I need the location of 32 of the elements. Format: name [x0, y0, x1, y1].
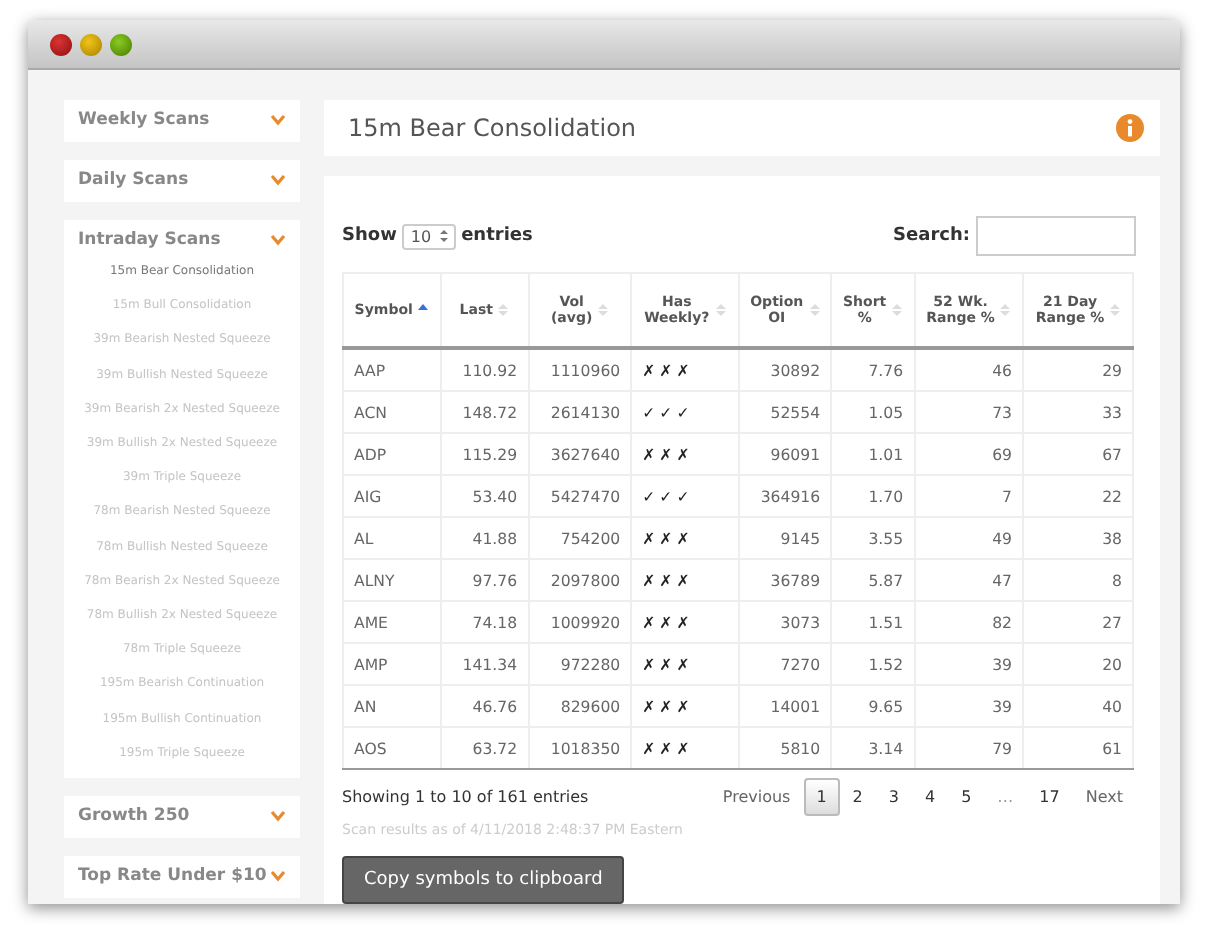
chevron-down-icon[interactable]: [270, 174, 286, 186]
search-label: Search:: [893, 226, 970, 246]
chevron-down-icon[interactable]: [270, 810, 286, 823]
page-title: 15m Bear Consolidation: [348, 114, 637, 142]
section-title[interactable]: Intraday Scans: [78, 230, 221, 250]
section-title[interactable]: Growth 250: [78, 806, 190, 827]
close-window-icon[interactable]: [50, 33, 72, 55]
page-button[interactable]: 5: [948, 778, 985, 816]
info-icon[interactable]: [1116, 114, 1144, 142]
search-field[interactable]: [976, 216, 1136, 256]
entries-label: entries: [461, 226, 533, 246]
chevron-down-icon[interactable]: [270, 234, 286, 246]
page-button[interactable]: Next: [1072, 778, 1136, 816]
page-button[interactable]: 4: [911, 778, 949, 816]
zoom-window-icon[interactable]: [110, 33, 132, 55]
minimize-window-icon[interactable]: [80, 33, 102, 55]
chevron-down-icon[interactable]: [270, 870, 286, 883]
page-button[interactable]: 2: [839, 778, 876, 816]
entries-select[interactable]: 10: [402, 223, 456, 249]
select-arrows-icon: [439, 227, 448, 243]
copy-button[interactable]: Copy symbols to clipboard: [342, 856, 625, 904]
section-title[interactable]: Top Rate Under $10: [78, 866, 267, 887]
entries-info: Showing 1 to 10 of 161 entries: [342, 788, 589, 806]
pagination-ellipsis: …: [995, 786, 1016, 810]
section-title[interactable]: Weekly Scans: [78, 110, 210, 130]
page-button[interactable]: 17: [1026, 778, 1073, 816]
page-button[interactable]: 3: [875, 778, 912, 816]
page-button[interactable]: 1: [803, 778, 840, 816]
chevron-down-icon[interactable]: [270, 114, 286, 126]
page-button[interactable]: Previous: [709, 778, 804, 816]
show-label: Show: [342, 226, 397, 246]
section-title[interactable]: Daily Scans: [78, 170, 189, 190]
